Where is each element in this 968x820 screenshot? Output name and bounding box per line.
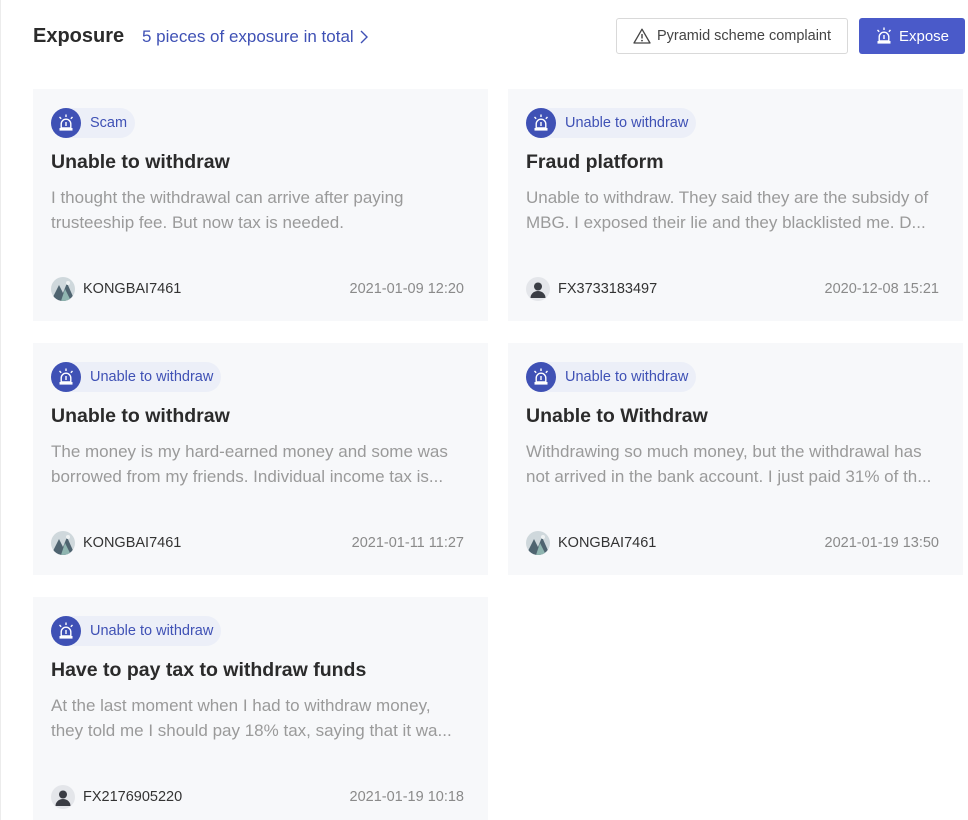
exposure-card[interactable]: Unable to withdraw Have to pay tax to wi… bbox=[33, 597, 488, 820]
expose-button[interactable]: Expose bbox=[859, 18, 965, 54]
complaint-button-label: Pyramid scheme complaint bbox=[656, 28, 832, 44]
exposure-card[interactable]: Unable to withdraw Fraud platform Unable… bbox=[508, 89, 963, 321]
card-author: KONGBAI7461 bbox=[51, 277, 181, 301]
card-description: Unable to withdraw. They said they are t… bbox=[526, 188, 929, 232]
default-user-avatar bbox=[526, 277, 550, 301]
tag-label: Unable to withdraw bbox=[565, 369, 689, 385]
category-tag: Unable to withdraw bbox=[51, 616, 222, 646]
card-title: Unable to withdraw bbox=[51, 151, 230, 173]
exposure-card[interactable]: Unable to withdraw Unable to Withdraw Wi… bbox=[508, 343, 963, 575]
exposure-header: Exposure 5 pieces of exposure in total P… bbox=[1, 18, 968, 56]
alarm-siren-icon bbox=[876, 27, 891, 44]
card-description: I thought the withdrawal can arrive afte… bbox=[51, 188, 404, 232]
card-timestamp: 2021-01-11 11:27 bbox=[351, 535, 464, 551]
card-title: Fraud platform bbox=[526, 151, 664, 173]
category-tag: Unable to withdraw bbox=[526, 108, 697, 138]
username: FX3733183497 bbox=[558, 281, 658, 297]
chevron-right-icon bbox=[360, 30, 368, 44]
card-timestamp: 2020-12-08 15:21 bbox=[824, 281, 940, 297]
username: KONGBAI7461 bbox=[558, 535, 657, 551]
category-tag: Unable to withdraw bbox=[526, 362, 697, 392]
pyramid-scheme-complaint-button[interactable]: Pyramid scheme complaint bbox=[616, 18, 848, 54]
photo-avatar bbox=[51, 531, 75, 555]
card-title: Unable to Withdraw bbox=[526, 405, 708, 427]
tag-label: Scam bbox=[90, 115, 128, 131]
default-user-avatar bbox=[51, 785, 75, 809]
photo-avatar bbox=[51, 277, 75, 301]
card-author: FX3733183497 bbox=[526, 277, 657, 301]
alarm-siren-icon bbox=[51, 108, 81, 138]
tag-label: Unable to withdraw bbox=[90, 369, 214, 385]
card-title: Unable to withdraw bbox=[51, 405, 230, 427]
card-title: Have to pay tax to withdraw funds bbox=[51, 659, 367, 681]
warning-triangle-icon bbox=[633, 28, 651, 44]
card-description: The money is my hard-earned money and so… bbox=[51, 442, 448, 486]
card-timestamp: 2021-01-09 12:20 bbox=[349, 281, 465, 297]
tag-label: Unable to withdraw bbox=[90, 623, 214, 639]
card-description: Withdrawing so much money, but the withd… bbox=[526, 442, 932, 486]
card-author: KONGBAI7461 bbox=[526, 531, 656, 555]
tag-label: Unable to withdraw bbox=[565, 115, 689, 131]
card-author: KONGBAI7461 bbox=[51, 531, 181, 555]
alarm-siren-icon bbox=[51, 362, 81, 392]
card-timestamp: 2021-01-19 10:18 bbox=[349, 789, 465, 805]
username: KONGBAI7461 bbox=[83, 535, 182, 551]
username: FX2176905220 bbox=[83, 789, 183, 805]
expose-button-label: Expose bbox=[898, 27, 950, 45]
exposure-page: Exposure 5 pieces of exposure in total P… bbox=[0, 0, 968, 820]
alarm-siren-icon bbox=[526, 108, 556, 138]
category-tag: Scam bbox=[51, 108, 136, 138]
alarm-siren-icon bbox=[526, 362, 556, 392]
total-exposure-link[interactable]: 5 pieces of exposure in total bbox=[142, 27, 368, 47]
card-description: At the last moment when I had to withdra… bbox=[51, 696, 452, 740]
photo-avatar bbox=[526, 531, 550, 555]
card-timestamp: 2021-01-19 13:50 bbox=[824, 535, 940, 551]
exposure-card[interactable]: Unable to withdraw Unable to withdraw Th… bbox=[33, 343, 488, 575]
category-tag: Unable to withdraw bbox=[51, 362, 222, 392]
username: KONGBAI7461 bbox=[83, 281, 182, 297]
page-title: Exposure bbox=[33, 25, 125, 47]
total-exposure-label: 5 pieces of exposure in total bbox=[142, 27, 354, 46]
card-author: FX2176905220 bbox=[51, 785, 182, 809]
alarm-siren-icon bbox=[51, 616, 81, 646]
exposure-card[interactable]: Scam Unable to withdraw I thought the wi… bbox=[33, 89, 488, 321]
